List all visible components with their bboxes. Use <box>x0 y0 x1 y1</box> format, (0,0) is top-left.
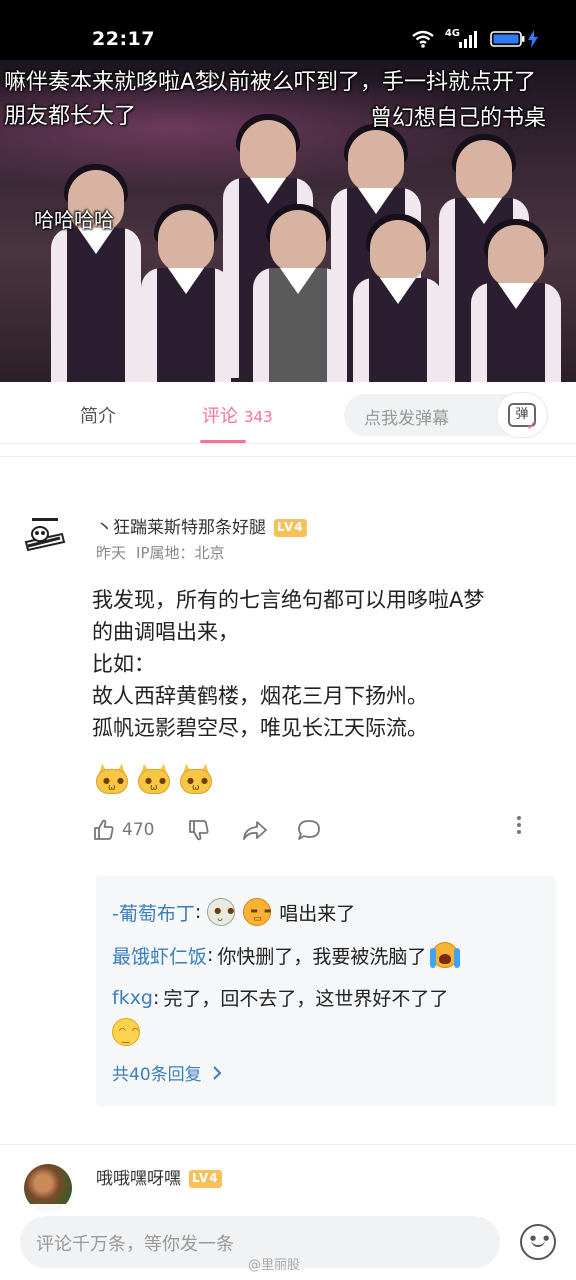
network-label: 4G <box>444 27 460 39</box>
thumbs-up-icon <box>94 819 114 840</box>
see-all-replies-link[interactable]: 共40条回复 <box>112 1060 222 1085</box>
reply-separator: : <box>153 986 160 1009</box>
tab-comments[interactable]: 评论 343 <box>202 402 273 428</box>
comment-separator <box>0 1144 576 1145</box>
level-badge: LV4 <box>274 519 307 537</box>
reply-user[interactable]: fkxg <box>112 987 153 1009</box>
danmaku-comment: 朋友都长大了 <box>4 104 137 129</box>
tab-comments-label: 评论 <box>202 406 238 427</box>
reply-item[interactable]: 最饿虾仁饭: 你快删了，我要被洗脑了 <box>112 940 461 970</box>
reply-separator: : <box>194 901 202 923</box>
smile-emoji: ◠◠ ‿ <box>112 1018 140 1046</box>
signal-icon <box>459 31 477 48</box>
cat-emoji: ●● ω <box>138 764 170 794</box>
reply-item[interactable]: fkxg: 完了，回不去了，这世界好不了了 <box>112 984 448 1011</box>
reply-text: 唱出来了 <box>279 902 356 925</box>
comment-text: 我发现，所有的七言绝句都可以用哆啦A梦 的曲调唱出来， 比如： 故人西辞黄鹤楼，… <box>92 584 552 744</box>
more-vertical-icon <box>517 816 521 834</box>
comment-username[interactable]: 哦哦嘿呀嘿 LV4 <box>96 1164 222 1189</box>
battery-icon <box>490 31 525 47</box>
comment-line: 我发现，所有的七言绝句都可以用哆啦A梦 <box>92 588 485 612</box>
comment-actions: 470 <box>92 814 542 848</box>
like-count: 470 <box>122 820 155 840</box>
comment-location: IP属地：北京 <box>136 544 225 562</box>
danmaku-input-placeholder: 点我发弹幕 <box>364 409 449 429</box>
reply-text: 你快删了，我要被洗脑了 <box>217 945 427 968</box>
cat-emoji: ●● ω <box>180 764 212 794</box>
username-text: 丶狂踹莱斯特那条好腿 <box>96 518 266 538</box>
reply-emoji-row: ◠◠ ‿ <box>112 1018 140 1046</box>
more-options-button[interactable] <box>516 814 522 836</box>
share-button[interactable] <box>242 818 268 842</box>
comment-username[interactable]: 丶狂踹莱斯特那条好腿 LV4 <box>96 513 307 538</box>
comment-time: 昨天 <box>96 544 127 562</box>
danmaku-toggle-button[interactable]: 弹 ✓ <box>496 392 548 438</box>
danmaku-comment: 以前被么吓到了，手一抖就点开了 <box>206 70 537 95</box>
danmaku-comment: 曾幻想自己的书桌 <box>370 106 547 131</box>
reply-separator: : <box>207 944 214 966</box>
danmaku-comment: 哈哈哈哈 <box>34 208 114 232</box>
replies-box[interactable]: -葡萄布丁: ●● ᴗ ▬▬ ▭ 唱出来了 最饿虾仁饭: 你快删了，我要被洗脑了 f… <box>96 876 556 1106</box>
share-icon <box>243 821 267 840</box>
reply-item[interactable]: -葡萄布丁: ●● ᴗ ▬▬ ▭ 唱出来了 <box>112 898 355 926</box>
reply-button[interactable] <box>296 818 322 842</box>
thumbs-down-icon <box>189 820 209 841</box>
tab-comments-count: 343 <box>244 408 273 426</box>
comment-line: 的曲调唱出来， <box>92 620 239 644</box>
status-icons: 4G <box>411 27 538 48</box>
comment-line: 比如： <box>92 652 155 676</box>
speech-bubble-icon <box>298 820 320 840</box>
danmaku-comment: 嘛伴奏本来就哆啦A梦 <box>4 70 218 95</box>
see-all-replies-text: 共40条回复 <box>112 1065 202 1085</box>
emoji-picker-button[interactable]: ●● <box>520 1224 556 1260</box>
avatar[interactable] <box>18 508 70 560</box>
status-time: 22:17 <box>92 28 155 50</box>
video-player[interactable]: 嘛伴奏本来就哆啦A梦 以前被么吓到了，手一抖就点开了 朋友都长大了 曾幻想自己的… <box>0 60 576 382</box>
divider <box>0 445 576 457</box>
like-button[interactable]: 470 <box>92 818 154 842</box>
cat-emoji: ●● ω <box>96 764 128 794</box>
comment-emoji-row: ●● ω ●● ω ●● ω <box>96 764 212 794</box>
comment-input-placeholder: 评论千万条，等你发一条 <box>36 1234 234 1255</box>
avatar-drawing <box>24 518 66 552</box>
grin-emoji: ▬▬ ▭ <box>243 898 271 926</box>
tab-intro[interactable]: 简介 <box>80 402 116 428</box>
username-text: 哦哦嘿呀嘿 <box>96 1169 181 1189</box>
comment-line: 故人西辞黄鹤楼，烟花三月下扬州。 <box>92 684 428 708</box>
comment-line: 孤帆远影碧空尽，唯见长江天际流。 <box>92 716 428 740</box>
active-tab-indicator <box>200 440 246 443</box>
check-icon: ✓ <box>526 418 538 434</box>
comment-meta: 昨天 IP属地：北京 <box>96 542 225 563</box>
reply-user[interactable]: 最饿虾仁饭 <box>112 942 207 969</box>
status-bar: 22:17 4G <box>0 0 576 60</box>
crying-emoji <box>430 940 461 970</box>
reply-user[interactable]: -葡萄布丁 <box>112 899 195 926</box>
dislike-button[interactable] <box>187 818 211 842</box>
wifi-icon <box>412 30 434 48</box>
charging-icon <box>528 30 538 48</box>
level-badge: LV4 <box>189 1170 222 1188</box>
bottom-comment-bar: 评论千万条，等你发一条 ●● @里丽股 <box>0 1204 576 1280</box>
robot-emoji: ●● ᴗ <box>207 898 236 926</box>
chevron-right-icon <box>212 1065 222 1080</box>
watermark: @里丽股 <box>248 1258 301 1273</box>
reply-text: 完了，回不去了，这世界好不了了 <box>163 988 449 1010</box>
